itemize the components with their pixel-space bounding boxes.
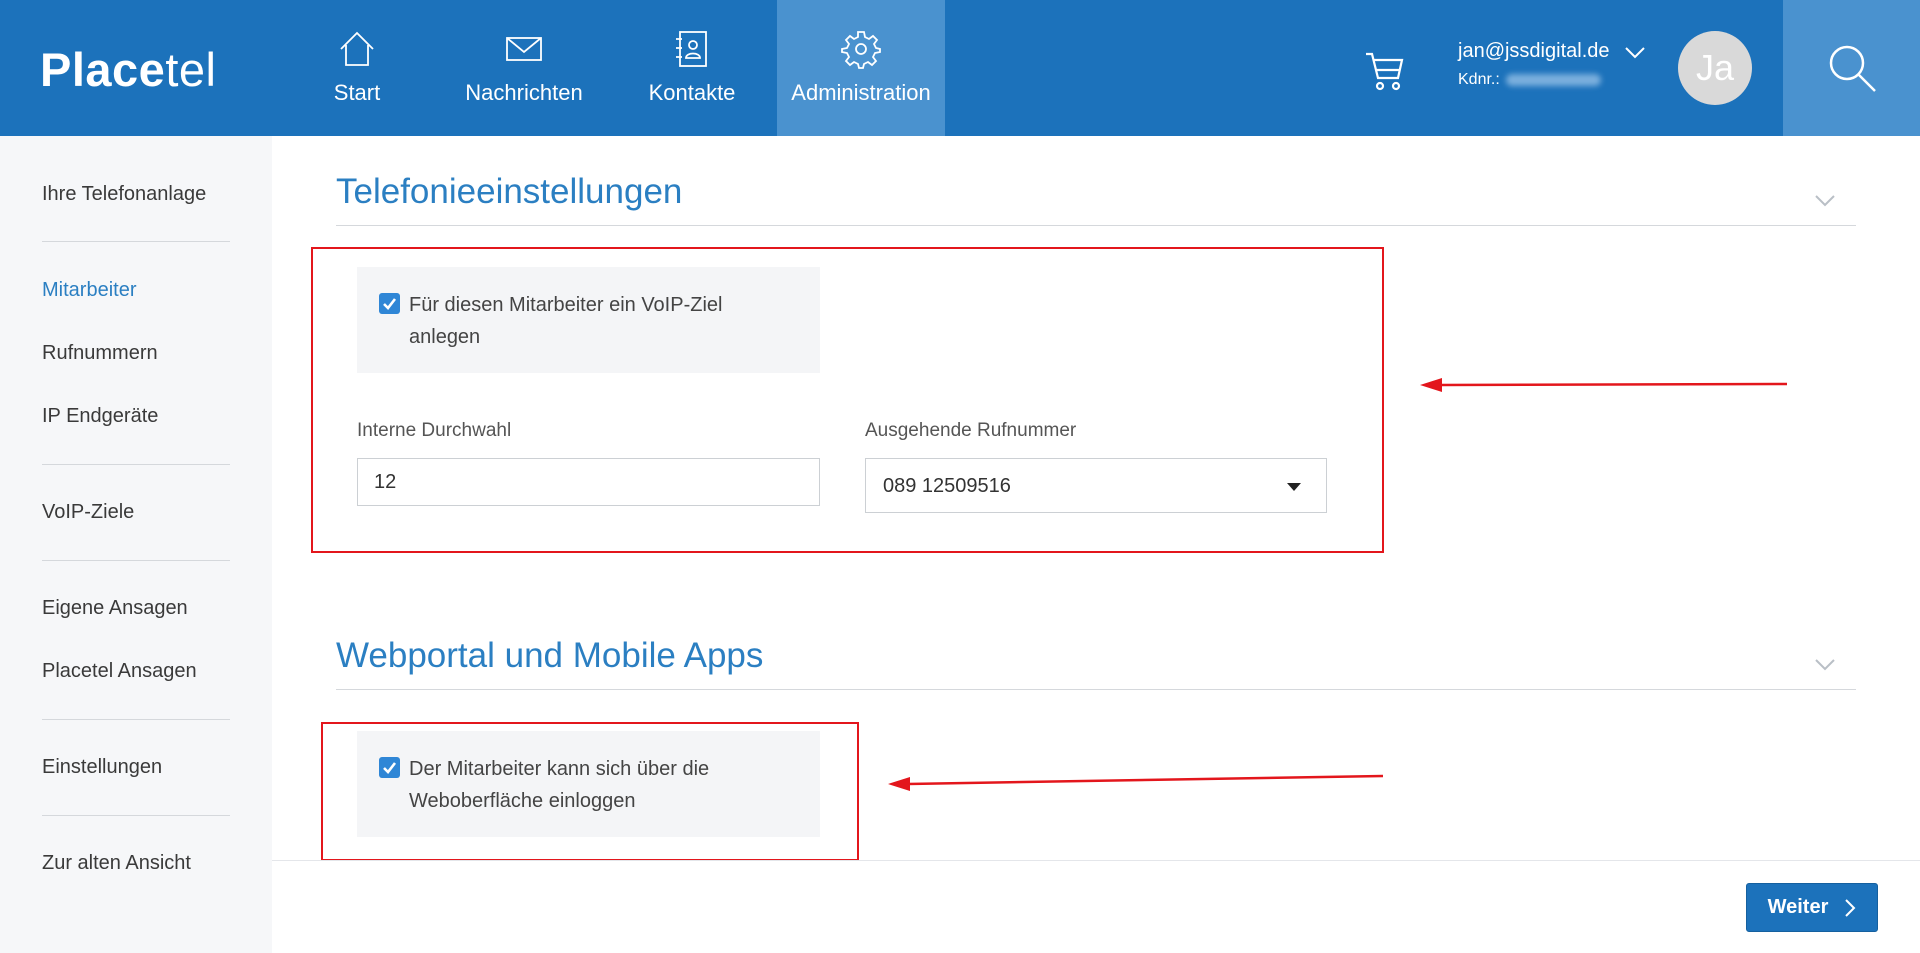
sidebar-divider <box>42 719 230 720</box>
annotation-arrow-telefonie <box>1420 378 1788 392</box>
chevron-down-icon <box>1815 659 1835 671</box>
customer-number-label: Kdnr.: <box>1458 71 1500 88</box>
sidebar-divider <box>42 815 230 816</box>
sidebar-item-placetel-ansagen[interactable]: Placetel Ansagen <box>42 660 197 683</box>
chevron-right-icon <box>1845 898 1856 917</box>
sidebar-divider <box>42 464 230 465</box>
sidebar-item-einstellungen[interactable]: Einstellungen <box>42 756 162 779</box>
nav-administration[interactable]: Administration <box>777 0 945 136</box>
section-collapse-webportal[interactable] <box>1814 658 1836 672</box>
customer-number-redacted <box>1505 74 1601 86</box>
nav-nachrichten[interactable]: Nachrichten <box>455 0 593 136</box>
chevron-down-icon <box>1625 47 1645 59</box>
top-navigation-bar: Placetel Start Nachrichten Kontakte Admi… <box>0 0 1920 136</box>
annotation-arrow-webportal <box>888 774 1384 791</box>
sidebar-item-alte-ansicht[interactable]: Zur alten Ansicht <box>42 852 191 875</box>
envelope-icon <box>506 37 542 61</box>
sidebar: Ihre Telefonanlage Mitarbeiter Rufnummer… <box>0 136 272 953</box>
account-dropdown-toggle[interactable] <box>1624 46 1646 60</box>
nav-administration-label: Administration <box>791 80 931 105</box>
customer-number: Kdnr.: <box>1458 71 1610 89</box>
section-divider <box>336 225 1856 226</box>
annotation-box-telefonie <box>311 247 1384 553</box>
nav-start[interactable]: Start <box>316 0 398 136</box>
search-button[interactable] <box>1783 0 1920 136</box>
sidebar-divider <box>42 241 230 242</box>
sidebar-divider <box>42 560 230 561</box>
placetel-logo[interactable]: Placetel <box>40 42 216 97</box>
nav-nachrichten-label: Nachrichten <box>465 80 583 105</box>
section-collapse-telefonie[interactable] <box>1814 194 1836 208</box>
chevron-down-icon <box>1815 195 1835 207</box>
nav-kontakte[interactable]: Kontakte <box>642 0 742 136</box>
sidebar-item-ip-endgeraete[interactable]: IP Endgeräte <box>42 405 158 428</box>
weiter-button[interactable]: Weiter <box>1746 883 1878 932</box>
gear-icon <box>841 31 881 69</box>
section-divider <box>336 689 1856 690</box>
nav-kontakte-label: Kontakte <box>648 80 736 105</box>
account-email: jan@jssdigital.de <box>1458 40 1610 62</box>
section-title-telefonie: Telefonieeinstellungen <box>336 172 683 211</box>
sidebar-item-telefonanlage[interactable]: Ihre Telefonanlage <box>42 183 206 206</box>
weiter-button-label: Weiter <box>1767 896 1829 918</box>
sidebar-item-mitarbeiter[interactable]: Mitarbeiter <box>42 279 136 302</box>
search-icon <box>1829 45 1876 92</box>
sidebar-item-eigene-ansagen[interactable]: Eigene Ansagen <box>42 597 188 620</box>
annotation-box-webportal <box>321 722 859 861</box>
sidebar-item-rufnummern[interactable]: Rufnummern <box>42 342 158 365</box>
avatar[interactable]: Ja <box>1678 31 1752 105</box>
contact-book-icon <box>676 31 707 67</box>
cart-icon <box>1366 52 1404 91</box>
section-title-webportal: Webportal und Mobile Apps <box>336 636 764 675</box>
account-info[interactable]: jan@jssdigital.de Kdnr.: <box>1458 40 1610 89</box>
footer-divider <box>272 860 1920 861</box>
cart-button[interactable] <box>1362 48 1406 92</box>
nav-start-label: Start <box>333 80 381 105</box>
sidebar-item-voip-ziele[interactable]: VoIP-Ziele <box>42 501 134 524</box>
home-icon <box>340 31 374 66</box>
